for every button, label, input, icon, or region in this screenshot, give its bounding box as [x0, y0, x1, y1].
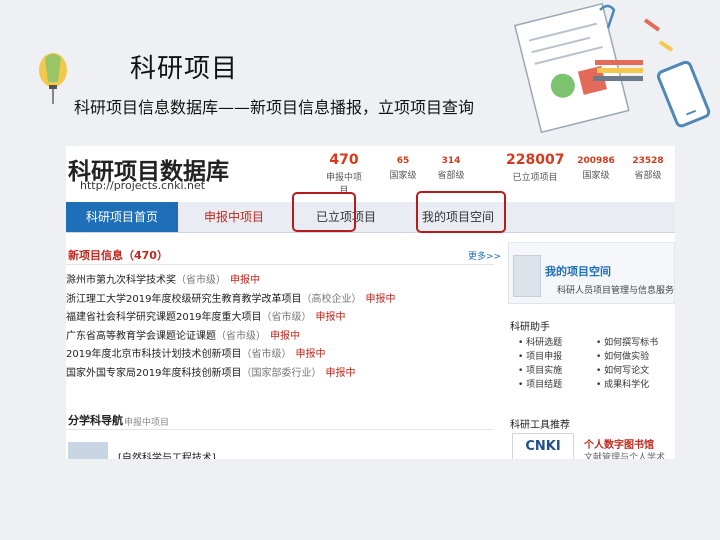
project-title[interactable]: 滁州市第九次科学技术奖: [66, 275, 176, 286]
stat-applying-national-label: 国家级: [389, 171, 417, 181]
helper-link[interactable]: • 项目申报: [518, 349, 562, 362]
tools-heading: 科研工具推荐: [510, 420, 570, 431]
slide-subtitle: 科研项目信息数据库——新项目信息播报，立项项目查询: [74, 98, 475, 117]
tab-home[interactable]: 科研项目首页: [66, 202, 178, 232]
highlight-my-space-tab: [416, 191, 506, 233]
cnki-logo[interactable]: CNKI: [512, 433, 574, 459]
stat-approved-provincial-label: 省部级: [634, 171, 662, 181]
stat-applying-provincial-label: 省部级: [437, 171, 465, 181]
helper-link[interactable]: • 如何做实验: [596, 349, 649, 362]
tool-title[interactable]: 个人数字图书馆: [584, 436, 654, 451]
list-item[interactable]: 福建省社会科学研究课题2019年度重大项目（省市级） 申报中: [66, 309, 496, 328]
category-thumbnail: [68, 442, 108, 459]
site-header: 科研项目数据库 http://projects.cnki.net 470 申报中…: [66, 146, 675, 198]
more-link[interactable]: 更多>>: [468, 249, 501, 262]
project-title[interactable]: 2019年度北京市科技计划技术创新项目: [66, 349, 241, 360]
stat-applying-national: 65 国家级: [388, 156, 418, 181]
project-list: 滁州市第九次科学技术奖（省市级） 申报中 浙江理工大学2019年度校级研究生教育教…: [66, 272, 496, 384]
project-tag: （省市级）: [176, 275, 226, 286]
helper-link[interactable]: • 如何写论文: [596, 363, 649, 376]
new-info-heading: 新项目信息（470）: [68, 249, 168, 262]
project-status: 申报中: [325, 367, 356, 379]
list-item[interactable]: 广东省高等教育学会课题论证课题（省市级） 申报中: [66, 328, 496, 347]
office-supplies-illustration: [513, 2, 711, 134]
helper-link-label: 成果科学化: [604, 380, 650, 390]
stat-approved-provincial-value: 23528: [632, 156, 664, 166]
category-heading: 分学科导航: [68, 414, 123, 427]
my-space-desc: 科研人员项目管理与信息服务: [557, 286, 675, 296]
project-tag: （省市级）: [261, 312, 312, 324]
project-status: 申报中: [295, 349, 326, 361]
tool-desc: 文献管理与个人学术空间: [584, 453, 666, 459]
helper-link-label: 项目实施: [526, 366, 563, 376]
project-tag: （高校企业）: [301, 293, 362, 305]
project-title[interactable]: 广东省高等教育学会课题论证课题: [66, 331, 216, 342]
stat-approved-provincial: 23528 省部级: [628, 156, 668, 181]
helper-link-label: 项目结题: [526, 380, 563, 390]
project-status: 申报中: [315, 312, 346, 324]
stat-approved: 228007 已立项项目: [506, 152, 564, 183]
category-subtab[interactable]: 申报中项目: [124, 415, 169, 428]
list-item[interactable]: 浙江理工大学2019年度校级研究生教育教学改革项目（高校企业） 申报中: [66, 291, 496, 310]
project-title[interactable]: 福建省社会科学研究课题2019年度重大项目: [66, 312, 261, 323]
helper-heading: 科研助手: [510, 322, 550, 333]
helper-link[interactable]: • 成果科学化: [596, 377, 649, 390]
stat-applying: 470 申报中项目: [324, 152, 364, 196]
divider: [66, 264, 494, 265]
highlight-approved-tab: [292, 192, 356, 232]
helper-link-label: 如何写论文: [604, 366, 650, 376]
stat-applying-provincial-value: 314: [441, 156, 461, 166]
project-status: 申报中: [365, 293, 396, 305]
divider: [66, 429, 494, 430]
balloon-icon: [39, 53, 67, 104]
helper-link-label: 如何撰写标书: [604, 338, 659, 348]
category-item[interactable]: [自然科学与工程技术]: [118, 449, 216, 459]
helper-link[interactable]: • 科研选题: [518, 335, 562, 348]
stat-applying-provincial: 314 省部级: [434, 156, 468, 181]
stat-applying-value: 470: [329, 152, 359, 168]
website-screenshot: 科研项目数据库 http://projects.cnki.net 470 申报中…: [66, 146, 675, 459]
sidebar: 我的项目空间 科研人员项目管理与信息服务 科研助手 • 科研选题 • 项目申报 …: [508, 242, 675, 459]
project-tag: （国家部委行业）: [241, 367, 322, 379]
project-title[interactable]: 浙江理工大学2019年度校级研究生教育教学改革项目: [66, 294, 301, 305]
helper-link-label: 如何做实验: [604, 352, 650, 362]
project-status: 申报中: [270, 330, 300, 342]
tab-applying[interactable]: 申报中项目: [184, 202, 284, 232]
helper-link[interactable]: • 如何撰写标书: [596, 335, 658, 348]
stat-applying-national-value: 65: [396, 156, 410, 166]
stat-approved-national-label: 国家级: [582, 171, 610, 181]
site-url: http://projects.cnki.net: [80, 179, 206, 192]
project-tag: （省市级）: [241, 349, 292, 361]
main-nav: 科研项目首页 申报中项目 已立项项目 我的项目空间: [66, 202, 675, 233]
project-tag: （省市级）: [216, 330, 266, 342]
project-status: 申报中: [230, 275, 260, 286]
slide-title: 科研项目: [130, 54, 239, 84]
my-space-title[interactable]: 我的项目空间: [545, 263, 611, 279]
list-item[interactable]: 国家外国专家局2019年度科技创新项目（国家部委行业） 申报中: [66, 365, 496, 384]
helper-link[interactable]: • 项目实施: [518, 363, 562, 376]
my-space-box: 我的项目空间 科研人员项目管理与信息服务: [508, 242, 675, 304]
list-item[interactable]: 滁州市第九次科学技术奖（省市级） 申报中: [66, 272, 496, 291]
avatar: [513, 255, 541, 297]
list-item[interactable]: 2019年度北京市科技计划技术创新项目（省市级） 申报中: [66, 346, 496, 365]
stat-approved-value: 228007: [506, 152, 565, 168]
stat-approved-label: 已立项项目: [512, 173, 558, 183]
stat-approved-national: 200986 国家级: [576, 156, 616, 181]
helper-link-label: 项目申报: [526, 352, 563, 362]
helper-link[interactable]: • 项目结题: [518, 377, 562, 390]
project-title[interactable]: 国家外国专家局2019年度科技创新项目: [66, 368, 241, 379]
stat-approved-national-value: 200986: [577, 156, 615, 166]
helper-link-label: 科研选题: [526, 338, 563, 348]
